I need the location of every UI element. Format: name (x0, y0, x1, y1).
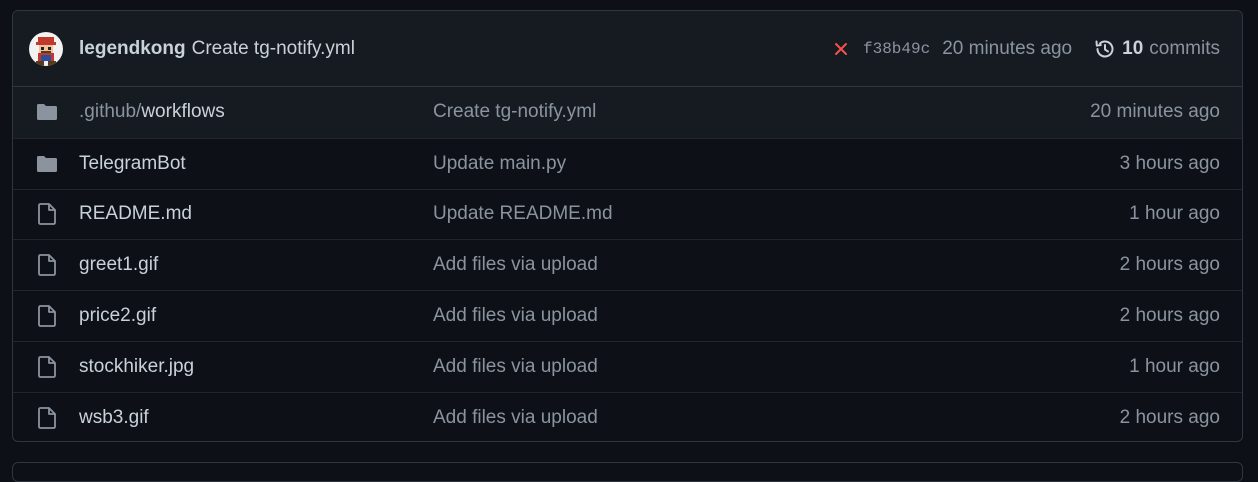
commit-time: 20 minutes ago (942, 37, 1073, 59)
file-row[interactable]: .github/workflows Create tg-notify.yml 2… (13, 87, 1242, 138)
folder-icon (35, 100, 59, 124)
file-icon (35, 355, 59, 379)
file-row[interactable]: TelegramBot Update main.py 3 hours ago (13, 137, 1242, 189)
avatar[interactable] (29, 31, 63, 66)
file-time: 1 hour ago (1129, 203, 1220, 225)
file-name[interactable]: wsb3.gif (79, 407, 433, 429)
file-row[interactable]: price2.gif Add files via upload 2 hours … (13, 290, 1242, 341)
file-browser: legendkong Create tg-notify.yml f38b49c … (12, 10, 1243, 442)
commit-label: commits (1149, 37, 1220, 59)
file-icon (35, 202, 59, 226)
file-icon (35, 253, 59, 277)
commit-message[interactable]: Create tg-notify.yml (192, 38, 355, 60)
file-row[interactable]: README.md Update README.md 1 hour ago (13, 188, 1242, 240)
file-time: 2 hours ago (1119, 254, 1220, 276)
file-name[interactable]: TelegramBot (79, 153, 433, 175)
commit-author[interactable]: legendkong (79, 38, 186, 60)
commit-sha[interactable]: f38b49c (863, 40, 930, 58)
file-name[interactable]: greet1.gif (79, 254, 433, 276)
file-list: .github/workflows Create tg-notify.yml 2… (13, 87, 1242, 441)
file-commit-message[interactable]: Add files via upload (433, 305, 1120, 327)
file-time: 20 minutes ago (1090, 101, 1220, 123)
file-icon (35, 304, 59, 328)
file-name-main: workflows (141, 101, 225, 123)
file-name-prefix: .github/ (79, 101, 142, 123)
file-commit-message[interactable]: Add files via upload (433, 254, 1120, 276)
file-row[interactable]: wsb3.gif Add files via upload 2 hours ag… (13, 391, 1242, 441)
file-name[interactable]: README.md (79, 203, 433, 225)
next-panel-edge (12, 462, 1243, 482)
file-icon (35, 406, 59, 430)
file-name[interactable]: price2.gif (79, 305, 433, 327)
file-commit-message[interactable]: Add files via upload (433, 407, 1120, 429)
file-commit-message[interactable]: Update README.md (433, 203, 1129, 225)
folder-icon (35, 152, 59, 176)
file-time: 1 hour ago (1129, 355, 1220, 377)
file-row[interactable]: stockhiker.jpg Add files via upload 1 ho… (13, 340, 1242, 392)
commits-link[interactable]: 10 commits (1094, 38, 1220, 60)
latest-commit-bar: legendkong Create tg-notify.yml f38b49c … (13, 11, 1242, 87)
commit-count: 10 (1122, 37, 1144, 59)
file-time: 2 hours ago (1119, 305, 1220, 327)
file-commit-message[interactable]: Update main.py (433, 153, 1120, 175)
file-time: 3 hours ago (1119, 152, 1220, 174)
file-time: 2 hours ago (1119, 406, 1220, 428)
file-commit-message[interactable]: Create tg-notify.yml (433, 101, 1090, 123)
file-commit-message[interactable]: Add files via upload (433, 356, 1129, 378)
file-name[interactable]: .github/workflows (79, 101, 433, 123)
file-row[interactable]: greet1.gif Add files via upload 2 hours … (13, 239, 1242, 290)
history-icon (1094, 38, 1116, 60)
x-icon[interactable] (831, 39, 851, 59)
file-name[interactable]: stockhiker.jpg (79, 356, 433, 378)
